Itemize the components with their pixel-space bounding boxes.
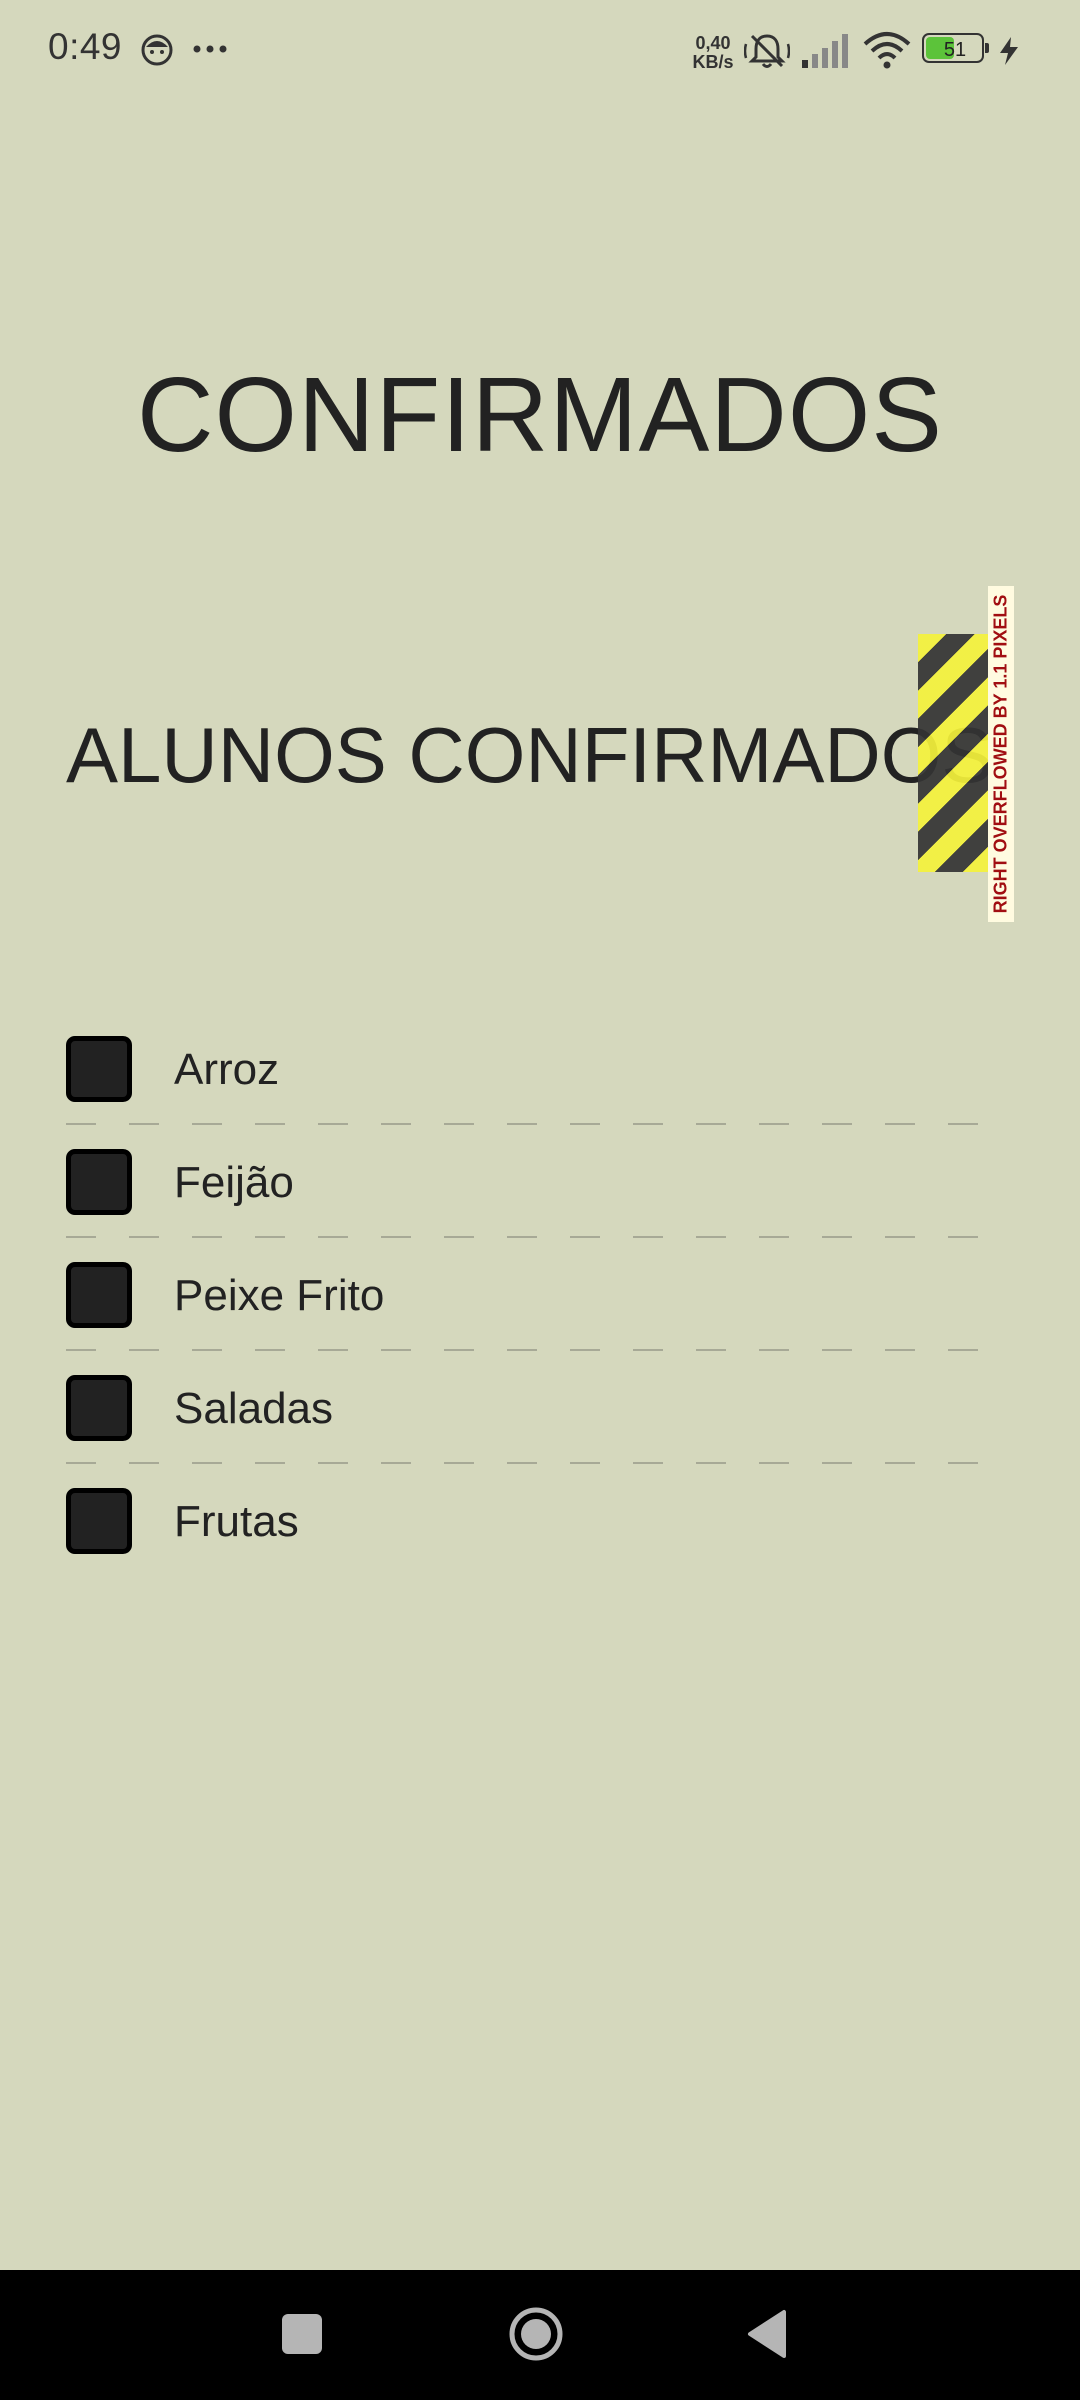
navigation-bar (0, 2270, 1080, 2400)
status-bar: 0:49 0,40 KB/s 51 (0, 0, 1080, 100)
overflow-warning-stripes (918, 634, 990, 872)
cellular-signal-icon (802, 34, 848, 68)
subtitle-container: ALUNOS CONFIRMADOS CONFIRMADOS (66, 700, 996, 810)
item-label: Saladas (174, 1384, 334, 1433)
wifi-icon (863, 32, 911, 69)
item-label: Frutas (174, 1497, 299, 1546)
food-list: Arroz Feijão Peixe Frito Saladas Frutas (66, 1012, 982, 1577)
battery-level: 51 (943, 39, 967, 61)
list-item[interactable]: Feijão (66, 1125, 982, 1238)
item-checkbox[interactable] (66, 1375, 132, 1441)
overflow-warning-label: RIGHT OVERFLOWED BY 1.1 PIXELS (990, 594, 1011, 914)
battery-tip (985, 43, 989, 53)
network-speed-value: 0,40 (695, 33, 731, 53)
item-checkbox[interactable] (66, 1488, 132, 1554)
item-label: Arroz (174, 1045, 280, 1094)
more-dots-icon (193, 45, 227, 53)
network-speed: 0,40 KB/s (688, 34, 738, 72)
list-item[interactable]: Saladas (66, 1351, 982, 1464)
network-speed-unit: KB/s (692, 52, 734, 72)
recents-icon[interactable] (282, 2314, 322, 2354)
status-time: 0:49 (48, 26, 123, 67)
charging-bolt-icon (1000, 37, 1018, 65)
battery-body: 51 (922, 33, 984, 63)
subtitle: ALUNOS CONFIRMADOS CONFIRMADOS (66, 711, 996, 799)
silent-bell-icon (744, 34, 790, 68)
back-icon[interactable] (746, 2308, 788, 2360)
item-checkbox[interactable] (66, 1262, 132, 1328)
list-item[interactable]: Frutas (66, 1464, 982, 1577)
list-item[interactable]: Arroz (66, 1012, 982, 1125)
list-item[interactable]: Peixe Frito (66, 1238, 982, 1351)
item-label: Peixe Frito (174, 1271, 385, 1320)
item-checkbox[interactable] (66, 1149, 132, 1215)
battery-icon: 51 (922, 33, 992, 67)
home-icon[interactable] (508, 2306, 564, 2362)
page-title: CONFIRMADOS (137, 356, 943, 474)
item-label: Feijão (174, 1158, 294, 1207)
item-checkbox[interactable] (66, 1036, 132, 1102)
face-icon (141, 34, 173, 66)
